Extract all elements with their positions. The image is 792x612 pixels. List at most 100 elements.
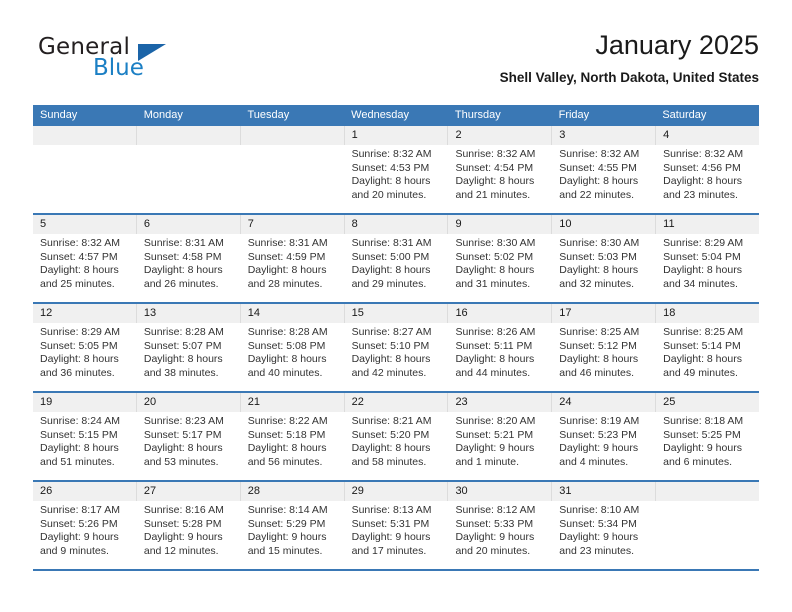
day-cell-27[interactable]: Sunrise: 8:16 AM Sunset: 5:28 PM Daylight:… [135, 501, 240, 569]
day-cell-16[interactable]: Sunrise: 8:26 AM Sunset: 5:11 PM Daylight:… [447, 323, 551, 391]
sunrise-text: Sunrise: 8:30 AM [559, 237, 640, 249]
day-cell-19[interactable]: Sunrise: 8:24 AM Sunset: 5:15 PM Daylight:… [33, 412, 136, 480]
day-cell-14[interactable]: Sunrise: 8:28 AM Sunset: 5:08 PM Daylight:… [239, 323, 344, 391]
day-cell-25[interactable]: Sunrise: 8:18 AM Sunset: 5:25 PM Daylight:… [655, 412, 759, 480]
day-cell-22[interactable]: Sunrise: 8:21 AM Sunset: 5:20 PM Daylight:… [343, 412, 448, 480]
day-number-31[interactable]: 31 [551, 482, 655, 501]
day-detail-band: Sunrise: 8:17 AM Sunset: 5:26 PM Daylight:… [33, 501, 759, 569]
day-number-23[interactable]: 23 [447, 393, 551, 412]
day-number-28[interactable]: 28 [239, 482, 344, 501]
daylight-text-cont [144, 189, 234, 203]
day-cell-9[interactable]: Sunrise: 8:30 AM Sunset: 5:02 PM Daylight:… [447, 234, 551, 302]
day-number-16[interactable]: 16 [447, 304, 551, 323]
daylight-text: Daylight: 8 hours [351, 264, 431, 277]
sunrise-text: Sunrise: 8:28 AM [247, 326, 328, 338]
sunrise-text: Sunrise: 8:32 AM [455, 148, 536, 160]
sunrise-text: Sunrise: 8:32 AM [663, 148, 744, 160]
day-number-10[interactable]: 10 [551, 215, 655, 234]
day-cell-26[interactable]: Sunrise: 8:17 AM Sunset: 5:26 PM Daylight:… [33, 501, 136, 569]
sunset-text [248, 162, 338, 176]
sunset-text [663, 518, 753, 532]
day-cell-15[interactable]: Sunrise: 8:27 AM Sunset: 5:10 PM Daylight:… [343, 323, 448, 391]
day-number-26[interactable]: 26 [33, 482, 136, 501]
day-number-17[interactable]: 17 [551, 304, 655, 323]
day-number-29[interactable]: 29 [343, 482, 448, 501]
day-number-13[interactable]: 13 [135, 304, 240, 323]
day-number-27[interactable]: 27 [135, 482, 240, 501]
day-number-5[interactable]: 5 [33, 215, 136, 234]
daylight-text: Daylight: 9 hours [247, 531, 327, 544]
daylight-text: Daylight: 8 hours [247, 264, 327, 277]
day-cell-5[interactable]: Sunrise: 8:32 AM Sunset: 4:57 PM Daylight:… [33, 234, 136, 302]
day-cell-17[interactable]: Sunrise: 8:25 AM Sunset: 5:12 PM Daylight:… [551, 323, 655, 391]
day-number-4[interactable]: 4 [655, 126, 759, 145]
day-cell-29[interactable]: Sunrise: 8:13 AM Sunset: 5:31 PM Daylight:… [343, 501, 448, 569]
daylight-text: Daylight: 8 hours [40, 353, 119, 366]
weekday-header-sunday: Sunday [40, 109, 78, 121]
day-number-22[interactable]: 22 [343, 393, 448, 412]
day-cell-21[interactable]: Sunrise: 8:22 AM Sunset: 5:18 PM Daylight:… [239, 412, 344, 480]
day-cell-6[interactable]: Sunrise: 8:31 AM Sunset: 4:58 PM Daylight:… [135, 234, 240, 302]
day-number-8[interactable]: 8 [343, 215, 448, 234]
day-cell-24[interactable]: Sunrise: 8:19 AM Sunset: 5:23 PM Daylight:… [551, 412, 655, 480]
day-number-9[interactable]: 9 [447, 215, 551, 234]
day-number-24[interactable]: 24 [551, 393, 655, 412]
day-number-18[interactable]: 18 [655, 304, 759, 323]
day-number-25[interactable]: 25 [655, 393, 759, 412]
brand-name-blue: Blue [93, 55, 144, 81]
day-number-1[interactable]: 1 [343, 126, 448, 145]
day-cell-11[interactable]: Sunrise: 8:29 AM Sunset: 5:04 PM Daylight:… [655, 234, 759, 302]
day-cell-10[interactable]: Sunrise: 8:30 AM Sunset: 5:03 PM Daylight:… [551, 234, 655, 302]
day-number-empty [33, 126, 136, 145]
day-cell-31[interactable]: Sunrise: 8:10 AM Sunset: 5:34 PM Daylight:… [551, 501, 655, 569]
daylight-text-cont: and 38 minutes. [143, 366, 219, 379]
day-number-11[interactable]: 11 [655, 215, 759, 234]
day-number-6[interactable]: 6 [135, 215, 240, 234]
sunrise-text: Sunrise: 8:32 AM [40, 237, 120, 249]
day-number-21[interactable]: 21 [239, 393, 344, 412]
sunrise-text: Sunrise: 8:14 AM [247, 504, 328, 516]
day-cell-12[interactable]: Sunrise: 8:29 AM Sunset: 5:05 PM Daylight:… [33, 323, 136, 391]
page-title: January 2025 [595, 30, 759, 60]
day-number-7[interactable]: 7 [239, 215, 344, 234]
sunset-text: Sunset: 5:25 PM [663, 428, 741, 441]
day-cell-18[interactable]: Sunrise: 8:25 AM Sunset: 5:14 PM Daylight:… [655, 323, 759, 391]
brand-logo[interactable]: General Blue [38, 34, 268, 92]
day-cell-20[interactable]: Sunrise: 8:23 AM Sunset: 5:17 PM Daylight:… [135, 412, 240, 480]
daylight-text: Daylight: 8 hours [663, 353, 742, 366]
day-cell-30[interactable]: Sunrise: 8:12 AM Sunset: 5:33 PM Daylight:… [447, 501, 551, 569]
day-cell-8[interactable]: Sunrise: 8:31 AM Sunset: 5:00 PM Daylight:… [343, 234, 448, 302]
daylight-text-cont: and 51 minutes. [40, 455, 115, 468]
daylight-text: Daylight: 9 hours [455, 531, 535, 544]
calendar-weeks: 1234 Sunrise: 8:32 AM Sunset: 4:53 PM Dayl… [33, 126, 759, 571]
sunrise-text: Sunrise: 8:12 AM [455, 504, 536, 516]
daylight-text-cont: and 21 minutes. [455, 188, 531, 201]
day-number-2[interactable]: 2 [447, 126, 551, 145]
day-cell-1[interactable]: Sunrise: 8:32 AM Sunset: 4:53 PM Daylight:… [343, 145, 448, 213]
weekday-header-tuesday: Tuesday [247, 109, 290, 121]
day-number-19[interactable]: 19 [33, 393, 136, 412]
calendar-grid: Sunday Monday Tuesday Wednesday Thursday Frid… [33, 105, 759, 571]
day-cell-4[interactable]: Sunrise: 8:32 AM Sunset: 4:56 PM Daylight:… [655, 145, 759, 213]
sunset-text: Sunset: 5:08 PM [247, 339, 326, 352]
day-number-3[interactable]: 3 [551, 126, 655, 145]
day-number-20[interactable]: 20 [135, 393, 240, 412]
sunrise-text: Sunrise: 8:31 AM [143, 237, 224, 249]
day-cell-3[interactable]: Sunrise: 8:32 AM Sunset: 4:55 PM Daylight:… [551, 145, 655, 213]
sunset-text: Sunset: 4:59 PM [247, 250, 326, 263]
day-number-12[interactable]: 12 [33, 304, 136, 323]
sunset-text: Sunset: 5:07 PM [143, 339, 222, 352]
day-number-15[interactable]: 15 [343, 304, 448, 323]
daylight-text-cont: and 34 minutes. [663, 277, 738, 290]
day-cell-2[interactable]: Sunrise: 8:32 AM Sunset: 4:54 PM Daylight:… [447, 145, 551, 213]
day-cell-28[interactable]: Sunrise: 8:14 AM Sunset: 5:29 PM Daylight:… [239, 501, 344, 569]
daylight-text-cont: and 22 minutes. [559, 188, 635, 201]
day-cell-7[interactable]: Sunrise: 8:31 AM Sunset: 4:59 PM Daylight:… [239, 234, 344, 302]
day-detail-band: Sunrise: 8:24 AM Sunset: 5:15 PM Daylight:… [33, 412, 759, 480]
sunset-text: Sunset: 5:31 PM [351, 517, 430, 530]
day-cell-13[interactable]: Sunrise: 8:28 AM Sunset: 5:07 PM Daylight:… [135, 323, 240, 391]
day-number-14[interactable]: 14 [239, 304, 344, 323]
day-number-30[interactable]: 30 [447, 482, 551, 501]
sunrise-text: Sunrise: 8:31 AM [247, 237, 328, 249]
day-cell-23[interactable]: Sunrise: 8:20 AM Sunset: 5:21 PM Daylight:… [447, 412, 551, 480]
